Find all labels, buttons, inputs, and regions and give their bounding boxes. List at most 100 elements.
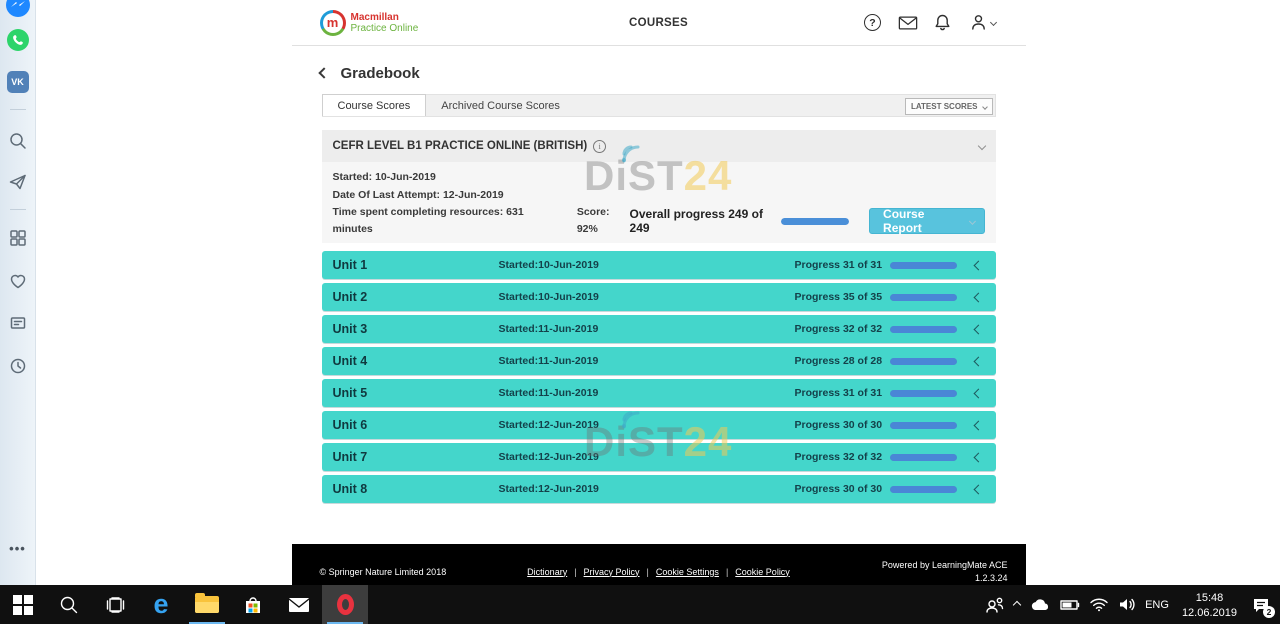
unit-row[interactable]: Unit 8 Started:12-Jun-2019 Progress 30 o…	[322, 475, 996, 503]
mail-app-icon[interactable]	[276, 585, 322, 624]
hidden-icons-chevron[interactable]	[1014, 602, 1020, 608]
unit-progress-fill	[890, 294, 957, 301]
messenger-icon[interactable]	[6, 0, 30, 17]
unit-progress-bar	[890, 262, 957, 269]
people-icon[interactable]	[985, 596, 1005, 614]
unit-progress-bar	[890, 326, 957, 333]
onedrive-cloud-icon[interactable]	[1029, 598, 1051, 612]
footer-separator	[726, 567, 728, 577]
unit-progress-fill	[890, 326, 957, 333]
bookmarks-heart-icon[interactable]	[8, 271, 28, 291]
taskbar-search-icon[interactable]	[46, 585, 92, 624]
unit-progress-fill	[890, 454, 957, 461]
volume-icon[interactable]	[1118, 597, 1136, 612]
unit-progress-label: Progress 31 of 31	[795, 259, 883, 271]
unit-progress-bar	[890, 454, 957, 461]
back-icon[interactable]	[318, 67, 329, 78]
search-icon[interactable]	[8, 131, 28, 151]
tab-archived-course-scores[interactable]: Archived Course Scores	[426, 95, 575, 116]
mail-icon[interactable]	[898, 13, 918, 33]
footer-link-cookie-settings[interactable]: Cookie Settings	[656, 567, 719, 577]
unit-progress-label: Progress 32 of 32	[795, 451, 883, 463]
unit-row[interactable]: Unit 4 Started:11-Jun-2019 Progress 28 o…	[322, 347, 996, 375]
unit-progress-label: Progress 30 of 30	[795, 483, 883, 495]
overall-progress-label: Overall progress 249 of 249	[630, 207, 774, 235]
news-icon[interactable]	[8, 313, 28, 333]
unit-row[interactable]: Unit 5 Started:11-Jun-2019 Progress 31 o…	[322, 379, 996, 407]
page-title: Gradebook	[341, 65, 420, 82]
unit-expand-chevron-icon[interactable]	[973, 484, 983, 494]
footer-links: Dictionary Privacy Policy Cookie Setting…	[527, 567, 790, 577]
unit-name: Unit 8	[333, 482, 499, 496]
unit-row[interactable]: Unit 6 Started:12-Jun-2019 Progress 30 o…	[322, 411, 996, 439]
footer-separator	[574, 567, 576, 577]
edge-icon[interactable]	[138, 585, 184, 624]
task-view-icon[interactable]	[92, 585, 138, 624]
unit-expand-chevron-icon[interactable]	[973, 260, 983, 270]
system-tray: ENG 15:48 12.06.2019 2	[985, 585, 1280, 624]
action-center-icon[interactable]: 2	[1250, 594, 1272, 616]
speed-dial-icon[interactable]	[8, 228, 28, 248]
unit-row[interactable]: Unit 7 Started:12-Jun-2019 Progress 32 o…	[322, 443, 996, 471]
course-report-button[interactable]: Course Report	[869, 208, 984, 234]
battery-icon[interactable]	[1060, 599, 1080, 611]
footer-copyright: © Springer Nature Limited 2018	[320, 567, 447, 577]
microsoft-store-icon[interactable]	[230, 585, 276, 624]
whatsapp-icon[interactable]	[7, 29, 29, 51]
footer-link-dictionary[interactable]: Dictionary	[527, 567, 567, 577]
info-icon[interactable]	[593, 140, 606, 153]
opera-icon[interactable]	[322, 585, 368, 624]
unit-row[interactable]: Unit 1 Started:10-Jun-2019 Progress 31 o…	[322, 251, 996, 279]
start-button[interactable]	[0, 585, 46, 624]
unit-row[interactable]: Unit 3 Started:11-Jun-2019 Progress 32 o…	[322, 315, 996, 343]
taskbar-date: 12.06.2019	[1182, 607, 1237, 619]
unit-progress-bar	[890, 422, 957, 429]
unit-progress-label: Progress 28 of 28	[795, 355, 883, 367]
course-started: Started: 10-Jun-2019	[333, 169, 985, 187]
unit-expand-chevron-icon[interactable]	[973, 356, 983, 366]
footer-powered-by: Powered by LearningMate ACE	[882, 560, 1008, 570]
my-flow-icon[interactable]	[8, 172, 28, 192]
course-header[interactable]: CEFR LEVEL B1 PRACTICE ONLINE (BRITISH)	[322, 130, 996, 162]
scores-filter-select[interactable]: LATEST SCORES	[905, 98, 993, 115]
browser-viewport: Macmillan Practice Online COURSES	[37, 0, 1280, 585]
wifi-icon[interactable]	[1089, 597, 1109, 612]
vk-icon[interactable]: VK	[7, 71, 29, 93]
unit-expand-chevron-icon[interactable]	[973, 452, 983, 462]
unit-started-date: Started:12-Jun-2019	[499, 483, 795, 495]
course-collapse-icon[interactable]	[977, 142, 985, 150]
bell-icon[interactable]	[933, 13, 953, 33]
unit-name: Unit 1	[333, 258, 499, 272]
help-icon[interactable]	[863, 13, 883, 33]
unit-name: Unit 7	[333, 450, 499, 464]
course-time-spent: Time spent completing resources: 631 min…	[333, 204, 551, 239]
profile-icon[interactable]	[968, 13, 998, 33]
course-name: CEFR LEVEL B1 PRACTICE ONLINE (BRITISH)	[333, 140, 588, 152]
unit-name: Unit 5	[333, 386, 499, 400]
unit-expand-chevron-icon[interactable]	[973, 388, 983, 398]
history-clock-icon[interactable]	[8, 356, 28, 376]
overall-progress-fill	[781, 218, 849, 225]
course-panel: CEFR LEVEL B1 PRACTICE ONLINE (BRITISH) …	[322, 130, 996, 243]
overall-progress-bar	[781, 218, 849, 225]
unit-expand-chevron-icon[interactable]	[973, 420, 983, 430]
taskbar-clock[interactable]: 15:48 12.06.2019	[1182, 590, 1237, 620]
footer-link-cookie-policy[interactable]: Cookie Policy	[735, 567, 790, 577]
screen: VK ••• Macmil	[0, 0, 1280, 624]
unit-row[interactable]: Unit 2 Started:10-Jun-2019 Progress 35 o…	[322, 283, 996, 311]
unit-expand-chevron-icon[interactable]	[973, 292, 983, 302]
unit-progress-bar	[890, 294, 957, 301]
sidebar-more-icon[interactable]: •••	[9, 541, 26, 556]
sidebar-divider	[10, 209, 26, 210]
macmillan-logo-icon	[320, 10, 346, 36]
language-indicator[interactable]: ENG	[1145, 599, 1169, 611]
unit-expand-chevron-icon[interactable]	[973, 324, 983, 334]
unit-started-date: Started:10-Jun-2019	[499, 291, 795, 303]
footer-link-privacy-policy[interactable]: Privacy Policy	[584, 567, 640, 577]
tab-course-scores[interactable]: Course Scores	[322, 94, 427, 116]
course-score: Score: 92%	[577, 204, 630, 239]
header-icons	[863, 13, 998, 33]
page: Macmillan Practice Online COURSES	[292, 0, 1026, 585]
file-explorer-icon[interactable]	[184, 585, 230, 624]
vk-label: VK	[7, 71, 29, 93]
